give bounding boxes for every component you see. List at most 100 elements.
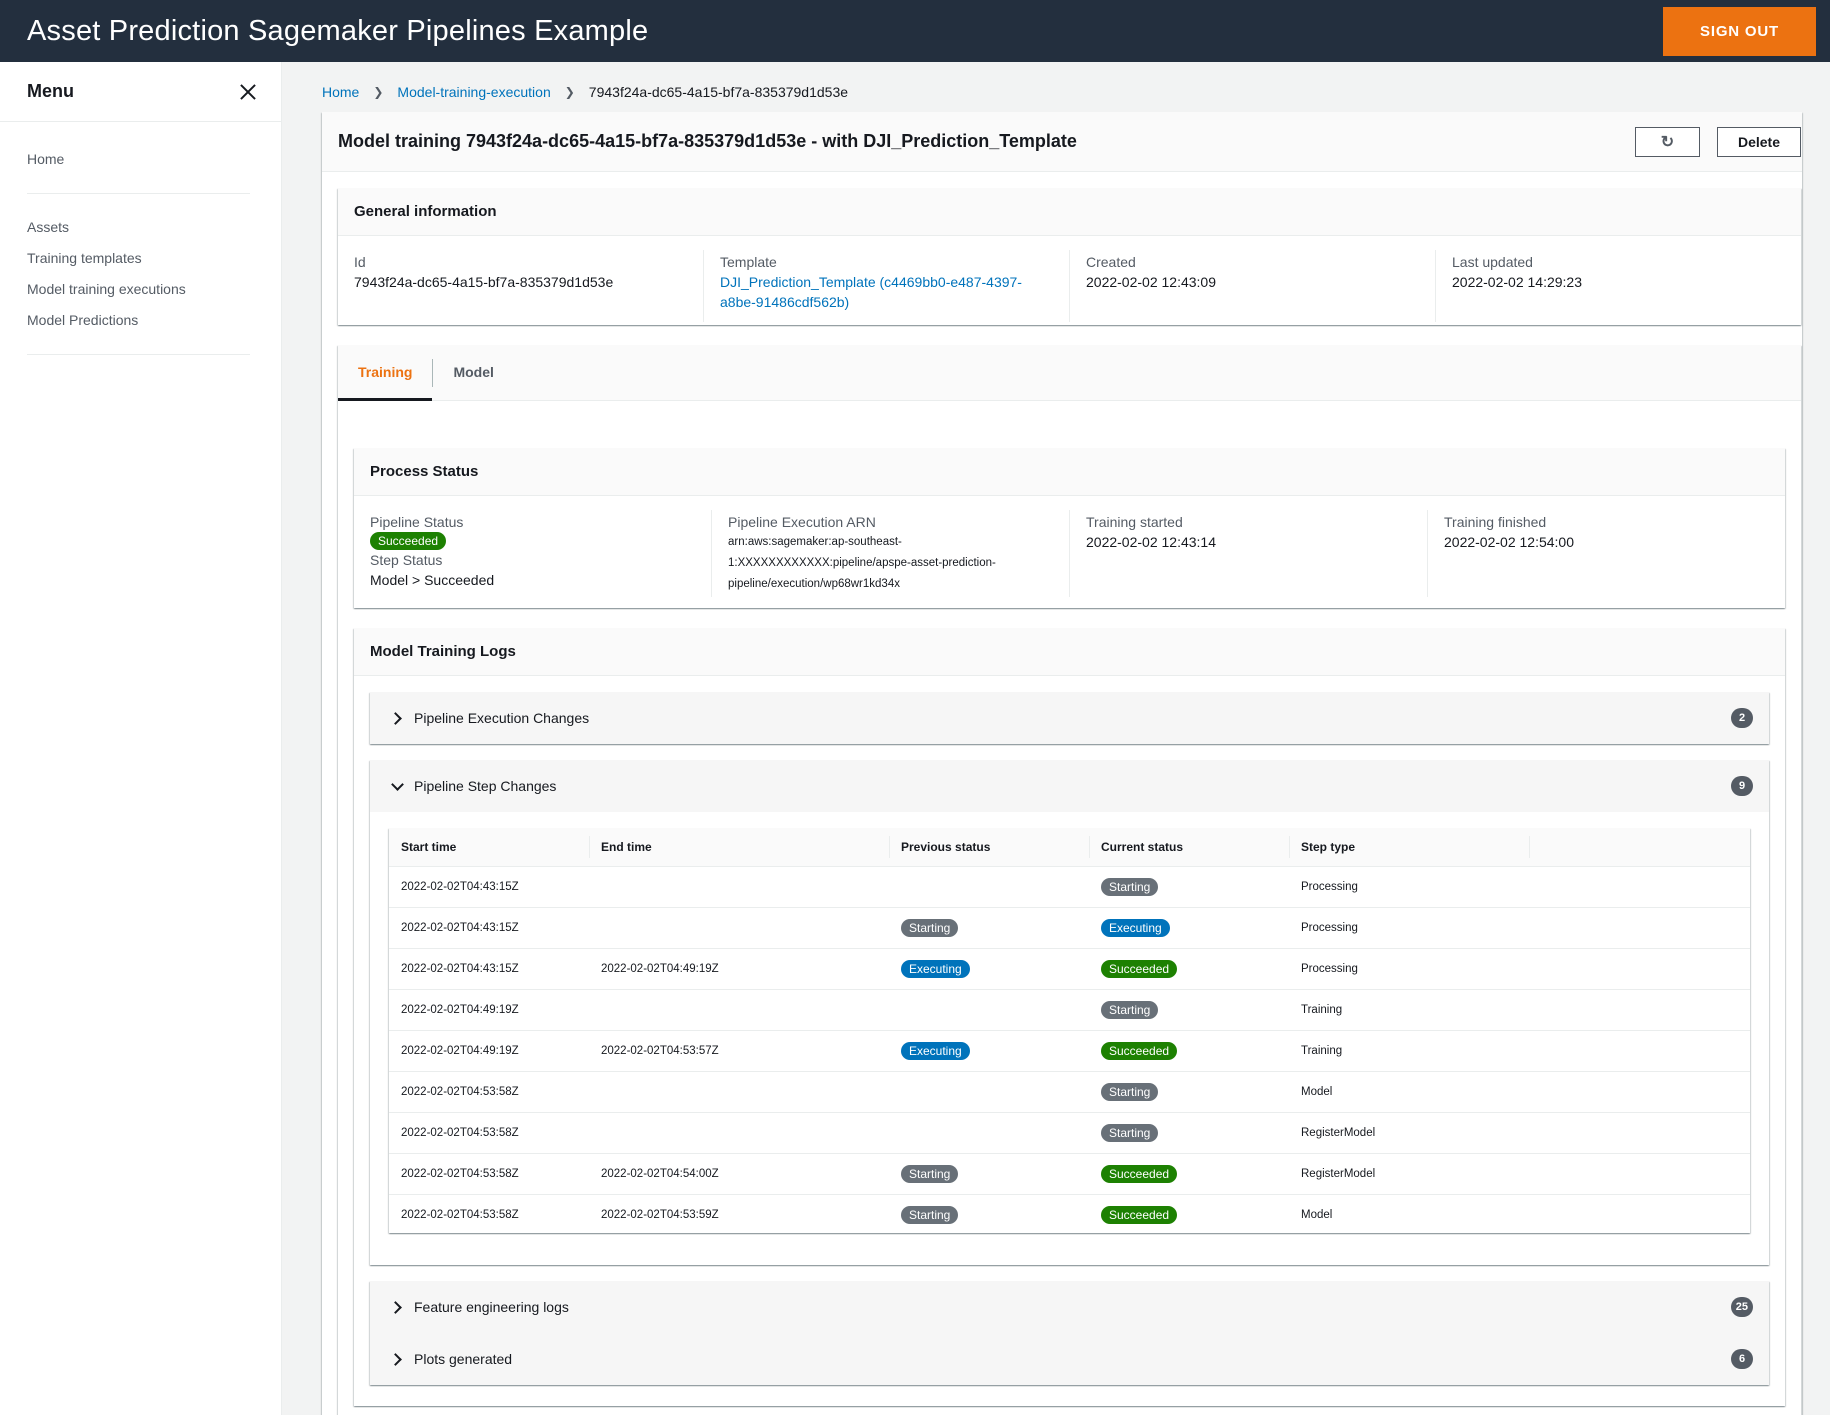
table-header-row: Start time End time Previous status Curr… <box>389 828 1750 867</box>
arn-line3: pipeline/execution/wp68wr1kd34x <box>728 578 900 590</box>
breadcrumb-current: 7943f24a-dc65-4a15-bf7a-835379d1d53e <box>588 84 849 100</box>
current-status-cell: Starting <box>1089 866 1289 908</box>
step-type-cell: Training <box>1289 1030 1529 1072</box>
previous-status-cell: Executing <box>889 1030 1089 1072</box>
refresh-button[interactable]: ↻ <box>1635 126 1700 157</box>
start-time-cell: 2022-02-02T04:43:15Z <box>389 907 589 949</box>
step-changes-table-grid: Start time End time Previous status Curr… <box>389 828 1750 1235</box>
close-icon[interactable] <box>239 83 257 101</box>
start-time-cell: 2022-02-02T04:43:15Z <box>389 866 589 908</box>
training-finished-label: Training finished <box>1444 514 1547 530</box>
step-changes-table: Start time End time Previous status Curr… <box>389 828 1750 1233</box>
previous-status-cell <box>889 866 1089 908</box>
status-badge: Succeeded <box>1101 1041 1178 1060</box>
table-row: 2022-02-02T04:53:58Z Starting RegisterMode… <box>389 1112 1750 1154</box>
breadcrumb-model-training-execution[interactable]: Model-training-execution <box>397 84 550 100</box>
column-header-step-type[interactable]: Step type <box>1289 828 1529 867</box>
status-badge: Starting <box>1101 1123 1159 1142</box>
general-template-column: Template DJI_Prediction_Template (c4469b… <box>704 250 1070 322</box>
chevron-down-icon <box>390 779 404 793</box>
chevron-right-icon: ❯ <box>373 85 384 99</box>
sidebar-item-training-templates[interactable]: Training templates <box>27 243 281 274</box>
status-badge: Executing <box>901 959 970 978</box>
tab-model[interactable]: Model <box>433 344 513 400</box>
general-created-column: Created 2022-02-02 12:43:09 <box>1070 250 1436 322</box>
current-status-cell: Succeeded <box>1089 1194 1289 1235</box>
step-type-cell: Model <box>1301 1208 1333 1221</box>
step-type-cell: Training <box>1289 989 1529 1031</box>
status-badge: Succeeded <box>1101 1205 1178 1224</box>
status-badge: Starting <box>1101 877 1159 896</box>
count-badge: 25 <box>1730 1297 1753 1317</box>
count-badge: 6 <box>1731 1349 1753 1369</box>
nav-divider <box>27 354 250 355</box>
column-header-previous-status[interactable]: Previous status <box>889 828 1089 867</box>
step-type-cell: Processing <box>1289 866 1529 908</box>
previous-status-cell <box>889 1071 1089 1113</box>
section-title: Plots generated <box>414 1351 513 1367</box>
end-time-cell <box>589 866 889 908</box>
status-badge: Starting <box>901 918 959 937</box>
sidebar-header: Menu <box>0 62 281 122</box>
tab-training[interactable]: Training <box>338 344 433 401</box>
chevron-right-icon: ❯ <box>564 85 575 99</box>
end-time-cell: 2022-02-02T04:49:19Z <box>589 948 889 990</box>
pipeline-execution-changes-toggle[interactable]: Pipeline Execution Changes 2 <box>370 692 1769 744</box>
sidebar-item-assets[interactable]: Assets <box>27 212 281 243</box>
chevron-right-icon <box>390 1352 404 1366</box>
empty-cell <box>1529 1071 1750 1113</box>
breadcrumb-home[interactable]: Home <box>322 84 359 100</box>
feature-engineering-logs-toggle[interactable]: Feature engineering logs 25 <box>370 1281 1769 1333</box>
status-badge: Executing <box>901 1041 970 1060</box>
column-header-end-time[interactable]: End time <box>589 828 889 867</box>
previous-status-cell: Starting <box>889 1194 1089 1235</box>
arn-label: Pipeline Execution ARN <box>728 514 876 530</box>
plots-generated-toggle[interactable]: Plots generated 6 <box>370 1333 1769 1385</box>
empty-cell <box>1529 907 1750 949</box>
sidebar-nav: Home Assets Training templates Model tra… <box>0 122 281 355</box>
status-badge: Succeeded <box>1101 959 1178 978</box>
start-time-cell: 2022-02-02T04:53:58Z <box>389 1112 589 1154</box>
empty-cell <box>1529 948 1750 990</box>
empty-cell <box>1529 1112 1750 1154</box>
sidebar-item-home[interactable]: Home <box>27 144 281 175</box>
general-information-columns: Id 7943f24a-dc65-4a15-bf7a-835379d1d53e … <box>338 236 1801 322</box>
start-time-cell: 2022-02-02T04:53:58Z <box>389 1153 589 1195</box>
status-badge: Succeeded <box>370 532 447 550</box>
status-badge: Starting <box>901 1164 959 1183</box>
section-title: Pipeline Step Changes <box>414 778 557 794</box>
end-time-cell <box>589 989 889 1031</box>
sign-out-button[interactable]: SIGN OUT <box>1663 6 1816 56</box>
created-value: 2022-02-02 12:43:09 <box>1086 274 1216 290</box>
refresh-icon: ↻ <box>1660 133 1675 151</box>
sidebar-item-model-training-executions[interactable]: Model training executions <box>27 274 281 305</box>
previous-status-cell <box>889 989 1089 1031</box>
pipeline-status-column: Pipeline Status Succeeded Step Status Mo… <box>354 510 712 597</box>
previous-status-cell: Starting <box>889 1153 1089 1195</box>
app-title: Asset Prediction Sagemaker Pipelines Exa… <box>27 14 649 47</box>
empty-cell <box>1529 1030 1750 1072</box>
pipeline-step-changes-toggle[interactable]: Pipeline Step Changes 9 <box>370 760 1769 812</box>
model-training-logs-header: Model Training Logs <box>354 628 1785 676</box>
section-title: Feature engineering logs <box>414 1299 569 1315</box>
delete-button[interactable]: Delete <box>1717 126 1801 157</box>
status-badge: Executing <box>1101 918 1170 937</box>
sidebar-item-model-predictions[interactable]: Model Predictions <box>27 305 281 336</box>
start-time-cell: 2022-02-02T04:43:15Z <box>389 948 589 990</box>
column-header-current-status[interactable]: Current status <box>1089 828 1289 867</box>
empty-cell <box>1529 1153 1750 1195</box>
chevron-right-icon <box>390 1300 404 1314</box>
empty-cell <box>1529 989 1750 1031</box>
status-badge: Succeeded <box>1101 1164 1178 1183</box>
current-status-cell: Succeeded <box>1089 948 1289 990</box>
end-time-cell: 2022-02-02T04:53:57Z <box>589 1030 889 1072</box>
created-label: Created <box>1086 254 1136 270</box>
step-type-cell: RegisterModel <box>1289 1112 1529 1154</box>
status-badge: Starting <box>1101 1000 1159 1019</box>
template-link[interactable]: DJI_Prediction_Template (c4469bb0-e487-4… <box>720 272 1053 312</box>
current-status-cell: Succeeded <box>1089 1153 1289 1195</box>
current-status-cell: Starting <box>1089 1112 1289 1154</box>
start-time-cell: 2022-02-02T04:53:58Z <box>389 1071 589 1113</box>
start-time-cell: 2022-02-02T04:49:19Z <box>389 989 589 1031</box>
column-header-start-time[interactable]: Start time <box>389 828 589 867</box>
